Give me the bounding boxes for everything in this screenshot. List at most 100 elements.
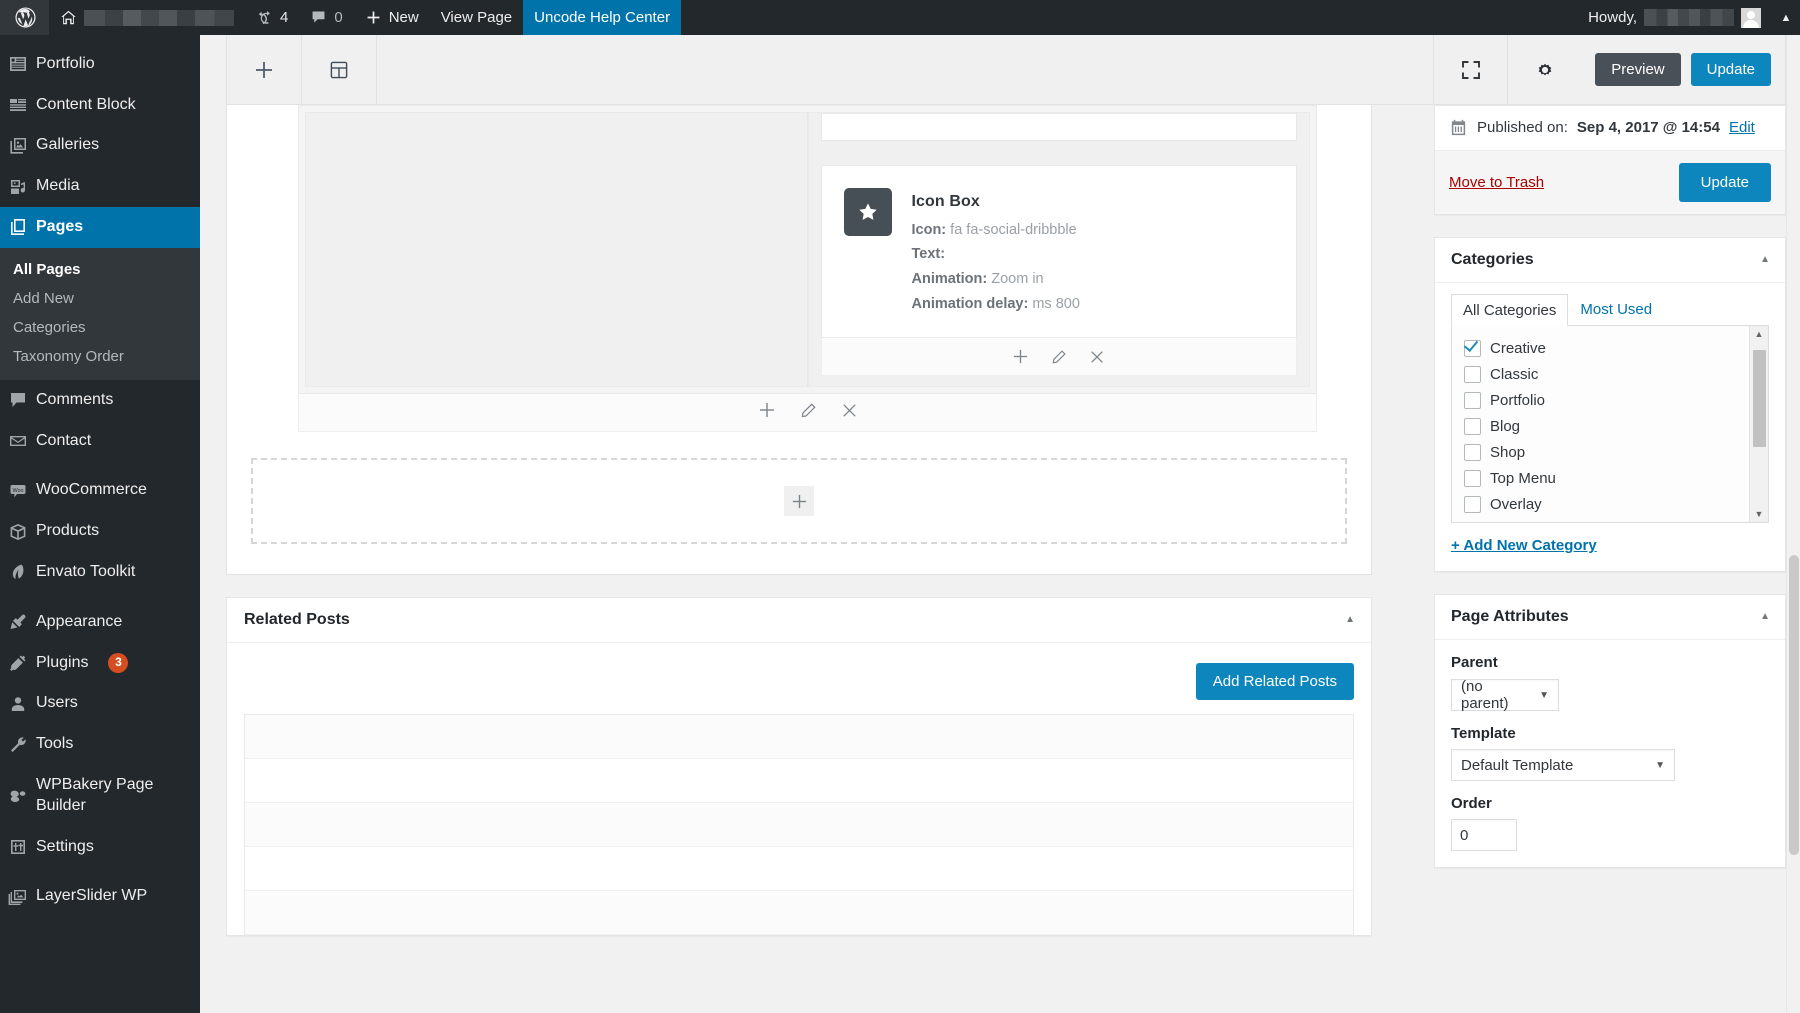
update-button-sidebar[interactable]: Update xyxy=(1678,163,1771,202)
checkbox[interactable] xyxy=(1464,365,1481,383)
settings-button[interactable] xyxy=(1507,35,1581,104)
checkbox[interactable] xyxy=(1464,469,1481,487)
view-page-link[interactable]: View Page xyxy=(430,0,523,35)
edit-element-button[interactable] xyxy=(1051,349,1067,365)
submenu-item-taxonomy-order[interactable]: Taxonomy Order xyxy=(0,342,200,371)
parent-select[interactable]: (no parent) ▼ xyxy=(1451,678,1559,712)
sidebar-item-comments[interactable]: Comments xyxy=(0,380,200,421)
sidebar-item-layerslider-wp[interactable]: LayerSlider WP xyxy=(0,876,200,917)
chevron-up-icon[interactable]: ▲ xyxy=(1772,0,1800,35)
table-row[interactable] xyxy=(245,891,1353,936)
submenu-item-all-pages[interactable]: All Pages xyxy=(0,255,200,284)
vc-column-right[interactable]: Icon Box Icon: fa fa-social-dribbble Tex… xyxy=(807,112,1310,388)
category-item-lateral[interactable]: Lateral xyxy=(1464,517,1768,522)
my-account-link[interactable]: Howdy, xyxy=(1577,0,1772,35)
edit-row-button[interactable] xyxy=(800,402,817,424)
scrollbar-thumb[interactable] xyxy=(1789,555,1799,855)
chevron-up-icon[interactable]: ▲ xyxy=(1345,615,1355,625)
chevron-up-icon[interactable]: ▲ xyxy=(1760,255,1770,265)
site-home-link[interactable] xyxy=(49,0,245,35)
category-item-top-menu[interactable]: Top Menu xyxy=(1464,465,1768,491)
sidebar-item-wpbakery-page-builder[interactable]: WPBakery Page Builder xyxy=(0,765,200,827)
add-element-icon-button[interactable] xyxy=(1012,348,1029,365)
checkbox[interactable] xyxy=(1464,417,1481,435)
delete-element-button[interactable] xyxy=(1089,349,1105,365)
category-item-portfolio[interactable]: Portfolio xyxy=(1464,387,1768,413)
icon-box-element[interactable]: Icon Box Icon: fa fa-social-dribbble Tex… xyxy=(820,165,1297,339)
add-related-posts-button[interactable]: Add Related Posts xyxy=(1195,663,1354,701)
template-select[interactable]: Default Template ▼ xyxy=(1451,749,1675,781)
chevron-up-icon[interactable]: ▲ xyxy=(1760,612,1770,622)
sidebar-item-appearance[interactable]: Appearance xyxy=(0,602,200,643)
sidebar-item-settings[interactable]: Settings xyxy=(0,827,200,868)
fullscreen-button[interactable] xyxy=(1433,35,1507,104)
triangle-down-icon[interactable]: ▼ xyxy=(1755,506,1764,522)
sidebar-item-plugins[interactable]: Plugins 3 xyxy=(0,643,200,684)
delete-row-button[interactable] xyxy=(841,402,858,424)
related-posts-header[interactable]: Related Posts ▲ xyxy=(227,598,1371,644)
page-attributes-body: Parent (no parent) ▼ Template Default Te… xyxy=(1435,640,1785,867)
new-content-link[interactable]: New xyxy=(354,0,430,35)
category-item-overlay[interactable]: Overlay xyxy=(1464,491,1768,517)
category-item-classic[interactable]: Classic xyxy=(1464,361,1768,387)
sidebar-item-posts[interactable]: Posts xyxy=(0,35,200,44)
move-to-trash-link[interactable]: Move to Trash xyxy=(1449,174,1544,191)
vc-element-partial[interactable] xyxy=(820,113,1297,141)
category-item-shop[interactable]: Shop xyxy=(1464,439,1768,465)
empty-row-dropzone[interactable] xyxy=(251,458,1347,545)
table-row[interactable] xyxy=(245,715,1353,760)
sidebar-item-woocommerce[interactable]: Woo WooCommerce xyxy=(0,470,200,511)
categories-scrollbar[interactable]: ▲ ▼ xyxy=(1749,326,1768,522)
icon-box-field: Animation delay: ms 800 xyxy=(912,292,1080,317)
categories-body: All Categories Most Used Creative Classi… xyxy=(1435,283,1785,571)
triangle-up-icon[interactable]: ▲ xyxy=(1755,326,1764,342)
tab-most-used[interactable]: Most Used xyxy=(1568,293,1664,325)
sidebar-item-contact[interactable]: Contact xyxy=(0,421,200,462)
add-row-dropzone-button[interactable] xyxy=(784,486,814,517)
order-input[interactable] xyxy=(1451,819,1517,851)
sidebar-item-portfolio[interactable]: Portfolio xyxy=(0,44,200,85)
checkbox[interactable] xyxy=(1464,495,1481,513)
submenu-item-add-new[interactable]: Add New xyxy=(0,284,200,313)
sidebar-item-label: Appearance xyxy=(36,612,123,630)
add-element-button[interactable] xyxy=(227,35,302,104)
categories-header[interactable]: Categories ▲ xyxy=(1435,238,1785,283)
table-row[interactable] xyxy=(245,759,1353,804)
scrollbar-thumb[interactable] xyxy=(1753,350,1766,447)
revisions-link[interactable]: 4 xyxy=(245,0,299,35)
sidebar-item-tools[interactable]: Tools xyxy=(0,724,200,765)
update-button[interactable]: Update xyxy=(1690,53,1771,86)
add-row-button[interactable] xyxy=(758,401,776,424)
sidebar-item-media[interactable]: Media xyxy=(0,166,200,207)
vc-column-left[interactable] xyxy=(305,112,808,388)
sidebar-item-pages[interactable]: Pages xyxy=(0,206,200,248)
edit-publish-date-link[interactable]: Edit xyxy=(1729,119,1755,136)
templates-button[interactable] xyxy=(302,35,377,104)
preview-button[interactable]: Preview xyxy=(1595,53,1681,86)
vc-row[interactable]: Icon Box Icon: fa fa-social-dribbble Tex… xyxy=(298,105,1317,395)
page-builder-toolbar: Preview Update xyxy=(226,35,1786,105)
category-item-blog[interactable]: Blog xyxy=(1464,413,1768,439)
page-scrollbar[interactable] xyxy=(1786,35,1800,1013)
sidebar-item-products[interactable]: Products xyxy=(0,511,200,552)
wordpress-logo-icon[interactable] xyxy=(0,0,49,35)
sidebar-item-envato-toolkit[interactable]: Envato Toolkit xyxy=(0,552,200,593)
sidebar-item-users[interactable]: Users xyxy=(0,683,200,724)
checkbox[interactable] xyxy=(1464,339,1481,357)
comments-link[interactable]: 0 xyxy=(299,0,353,35)
table-row[interactable] xyxy=(245,803,1353,848)
sidebar-item-galleries[interactable]: Galleries xyxy=(0,125,200,166)
submenu-item-categories[interactable]: Categories xyxy=(0,313,200,342)
checkbox[interactable] xyxy=(1464,443,1481,461)
comment-bubble-icon xyxy=(0,390,36,410)
icon-box-field: Text: xyxy=(912,242,1080,267)
category-item-creative[interactable]: Creative xyxy=(1464,335,1768,361)
add-new-category-link[interactable]: + Add New Category xyxy=(1451,537,1597,554)
uncode-help-center-link[interactable]: Uncode Help Center xyxy=(523,0,682,35)
page-attributes-header[interactable]: Page Attributes ▲ xyxy=(1435,595,1785,640)
table-row[interactable] xyxy=(245,847,1353,892)
sidebar-item-content-block[interactable]: Content Block xyxy=(0,85,200,126)
checkbox[interactable] xyxy=(1464,521,1481,522)
checkbox[interactable] xyxy=(1464,391,1481,409)
tab-all-categories[interactable]: All Categories xyxy=(1451,294,1569,326)
